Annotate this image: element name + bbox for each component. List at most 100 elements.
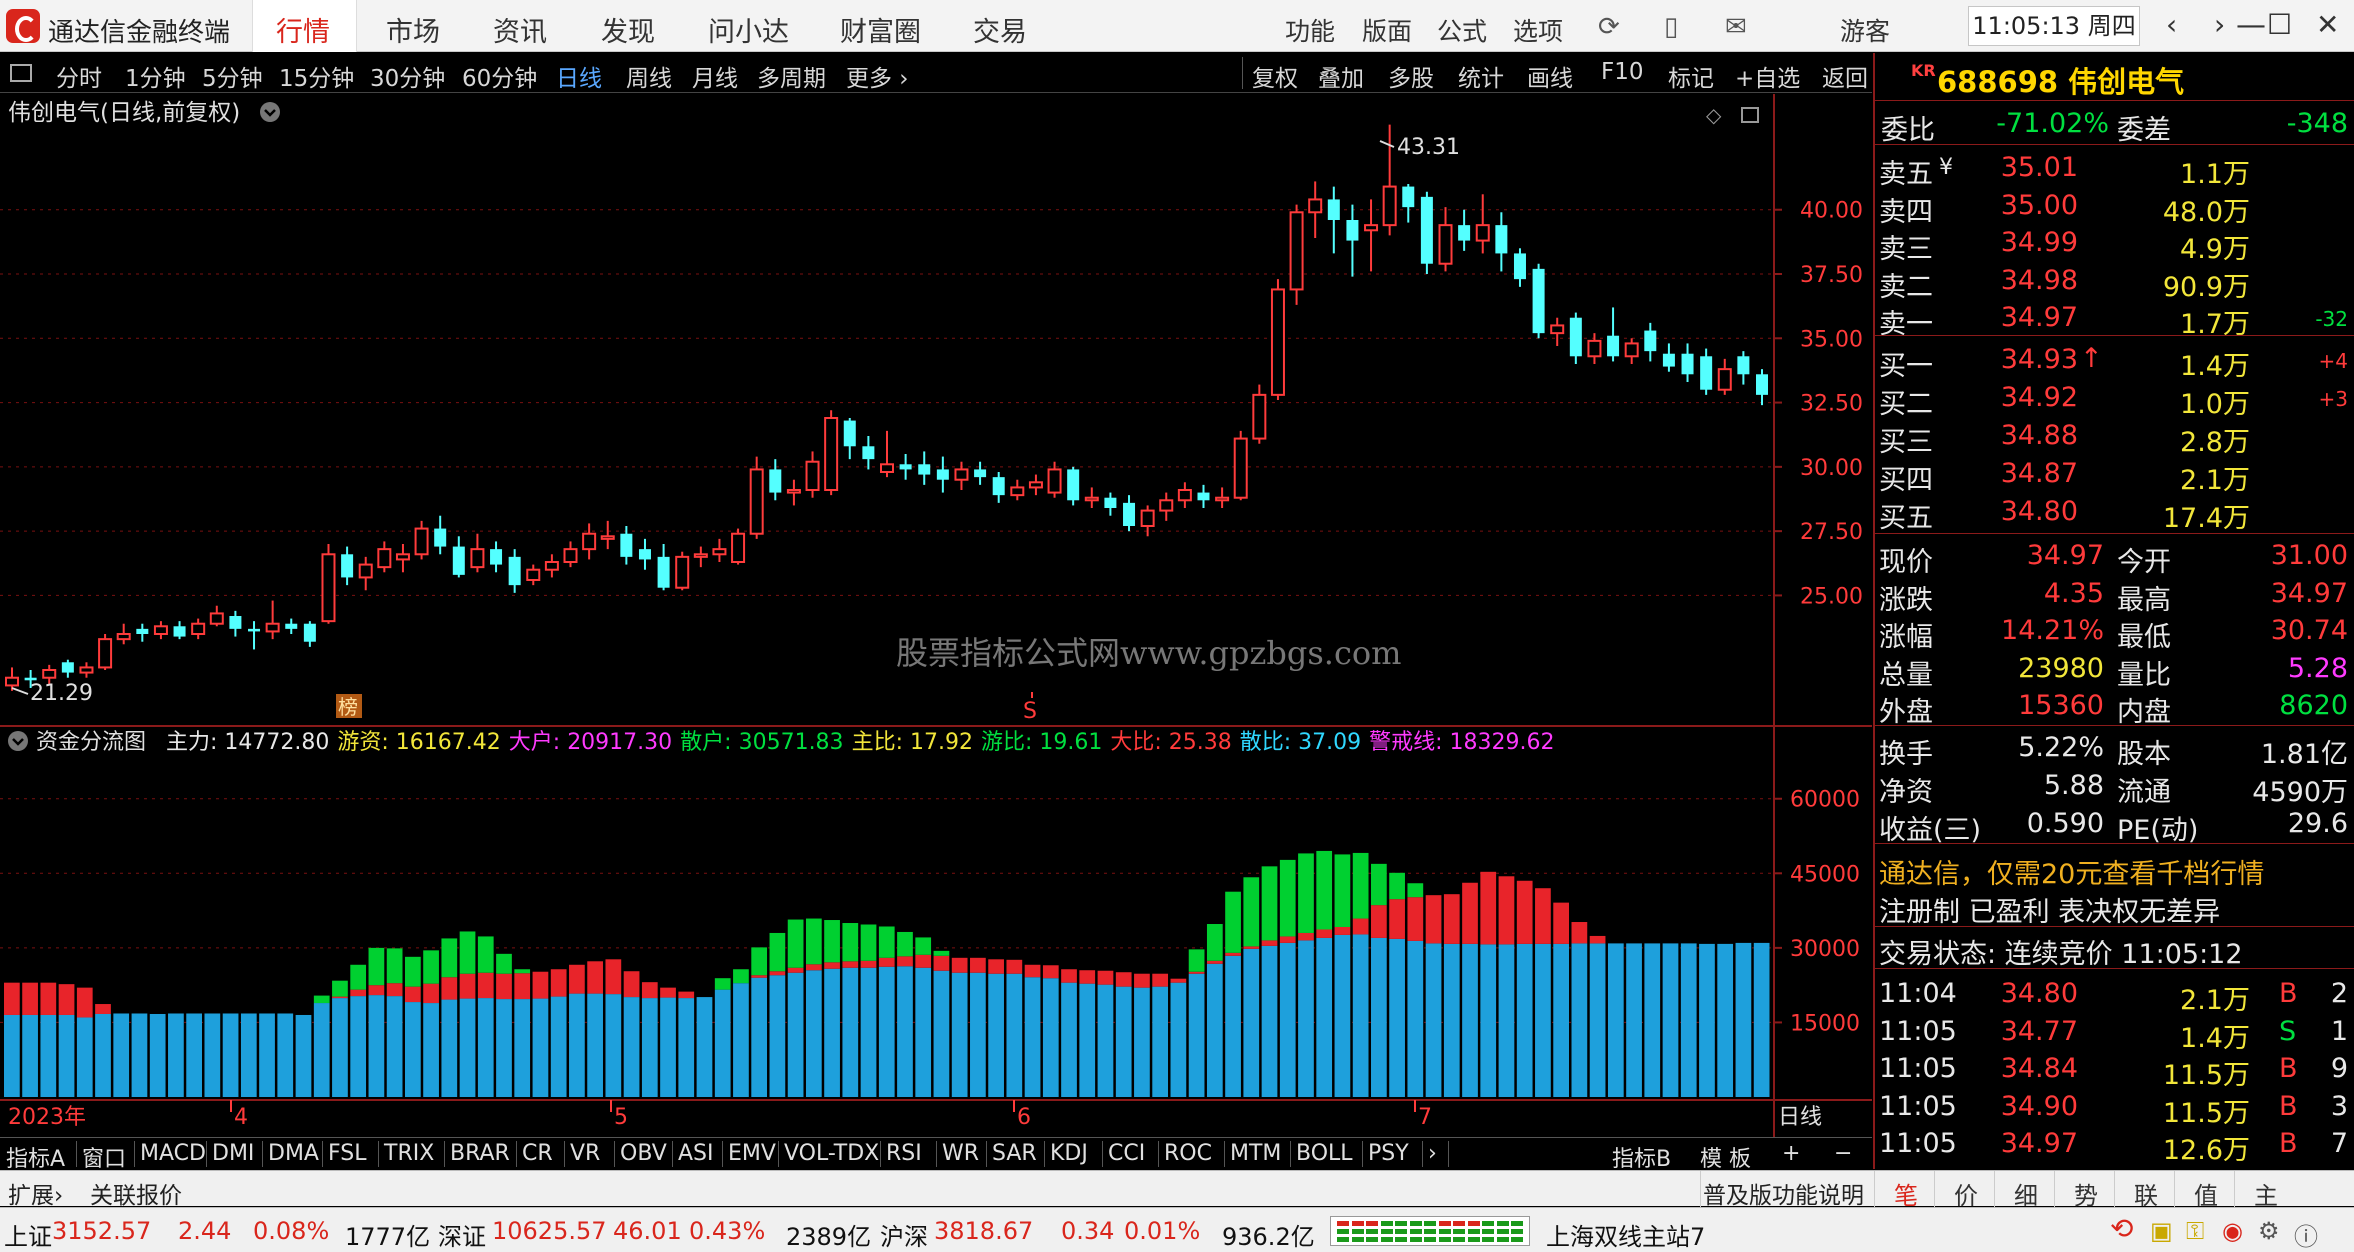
candle-body[interactable] [918,464,931,475]
detail-tab-4[interactable]: 联 [2134,1176,2158,1211]
candle-body[interactable] [1587,339,1602,358]
candle-body[interactable] [582,532,597,551]
tick-row[interactable]: 11:04 34.80 2.1万 B 2 [1875,975,2354,1016]
stat-row[interactable]: 现价 34.97 今开 31.00 [1875,537,2354,578]
candle-body[interactable] [1159,499,1174,512]
indicator-right-2[interactable]: + [1782,1141,1800,1166]
candle-body[interactable] [712,548,727,556]
candle-body[interactable] [769,469,782,493]
candle-body[interactable] [1756,374,1768,395]
stat2-row[interactable]: 净资 5.88 流通 4590万 [1875,767,2354,808]
candle-body[interactable] [1717,368,1732,391]
candle-body[interactable] [1513,253,1526,280]
indicator-tab-roc[interactable]: ROC [1164,1141,1212,1166]
candle-body[interactable] [1569,317,1582,357]
candle-body[interactable] [992,477,1005,496]
btn-duogu[interactable]: 多股 [1388,59,1434,93]
candle-body[interactable] [377,548,392,569]
indicator-tab-fsl[interactable]: FSL [328,1141,367,1166]
menu-item-wenxiaoda[interactable]: 问小达 [708,10,789,49]
candle-body[interactable] [657,556,670,588]
candle-body[interactable] [321,553,336,623]
candle-body[interactable] [880,463,894,473]
candle-body[interactable] [1624,342,1639,358]
bid-row[interactable]: 买一 34.93 ↑ 1.4万 +4 [1875,341,2354,382]
candle-body[interactable] [395,553,410,561]
tick-row[interactable]: 11:05 34.90 11.5万 B 3 [1875,1088,2354,1129]
alert-icon[interactable]: ◉ [2222,1217,2243,1245]
candle-body[interactable] [452,546,465,575]
title-dropdown-icon[interactable] [260,102,280,122]
tick-row[interactable]: 11:05 34.77 1.4万 S 1 [1875,1013,2354,1054]
menu-xuanxiang[interactable]: 选项 [1513,12,1563,48]
candle-body[interactable] [600,535,615,540]
ask-row[interactable]: 卖二 34.98 90.9万 [1875,262,2354,303]
indicator-tab-macd[interactable]: MACD [140,1141,206,1166]
close-icon[interactable]: ✕ [2316,8,2339,41]
candle-body[interactable] [1028,481,1043,489]
indicator-right-0[interactable]: 指标B [1612,1141,1671,1173]
stat-row[interactable]: 总量 23980 量比 5.28 [1875,650,2354,691]
candle-body[interactable] [1233,437,1248,499]
candle-body[interactable] [1289,211,1304,291]
candle-body[interactable] [1123,502,1136,526]
indicator-tab-dmi[interactable]: DMI [212,1141,254,1166]
period-fenshi[interactable]: 分时 [56,59,102,93]
menu-item-zixun[interactable]: 资讯 [493,10,547,49]
candle-body[interactable] [1047,468,1062,494]
candle-body[interactable] [1458,225,1471,241]
mail-icon[interactable]: ✉ [1725,12,1747,42]
candle-body[interactable] [42,669,57,679]
candle-body[interactable] [805,460,820,492]
stat-row[interactable]: 外盘 15360 内盘 8620 [1875,687,2354,728]
indicator-tab-emv[interactable]: EMV [728,1141,776,1166]
candle-body[interactable] [153,625,168,635]
stock-code-name[interactable]: 688698 伟创电气 [1937,59,2184,101]
candle-body[interactable] [638,549,651,560]
menu-item-faxian[interactable]: 发现 [601,10,655,49]
candle-body[interactable] [786,489,801,494]
user-label[interactable]: 游客 [1840,12,1890,48]
menu-item-hangqing[interactable]: 行情 [276,10,330,49]
btn-diejia[interactable]: 叠加 [1318,59,1364,93]
indicator-tab-wr[interactable]: WR [942,1141,979,1166]
candle-body[interactable] [79,666,94,674]
chart-area[interactable]: 25.00 27.50 30.00 32.50 35.00 37.50 40.00 1500… [0,94,1872,1142]
candle-body[interactable] [1681,353,1694,375]
menu-item-jiaoyi[interactable]: 交易 [973,10,1027,49]
period-daily[interactable]: 日线 [556,59,602,93]
window-icon[interactable] [1741,107,1759,123]
candle-body[interactable] [1475,224,1490,242]
candle-body[interactable] [116,633,131,641]
candle-body[interactable] [1495,225,1508,254]
candle-body[interactable] [1327,199,1340,220]
candle-body[interactable] [843,420,856,447]
candle-body[interactable] [1644,330,1657,352]
bid-row[interactable]: 买四 34.87 2.1万 [1875,455,2354,496]
candle-body[interactable] [693,553,708,558]
candle-body[interactable] [136,628,149,634]
period-monthly[interactable]: 月线 [692,59,738,93]
candle-body[interactable] [1607,335,1620,357]
ask-row[interactable]: 卖一 34.97 1.7万 -32 [1875,299,2354,340]
btn-back[interactable]: 返回 [1822,59,1868,93]
candle-body[interactable] [936,469,949,480]
candle-body[interactable] [1737,356,1750,375]
period-15min[interactable]: 15分钟 [279,59,354,93]
related-quote-button[interactable]: 关联报价 [90,1176,182,1210]
stat2-row[interactable]: 换手 5.22% 股本 1.81亿 [1875,729,2354,770]
menu-item-caifuquan[interactable]: 财富圈 [840,10,921,49]
info-icon[interactable]: ⓘ [2294,1217,2318,1252]
tick-row[interactable]: 11:05 34.84 11.5万 B 9 [1875,1050,2354,1091]
back-arrow-icon[interactable]: ‹ [2166,8,2177,41]
candle-body[interactable] [675,555,690,589]
promo-text[interactable]: 通达信，仅需20元查看千档行情 [1879,852,2264,891]
refresh-icon[interactable]: ⟳ [1598,12,1620,42]
candle-body[interactable] [526,568,541,582]
detail-tab-5[interactable]: 值 [2194,1176,2218,1211]
menu-gongshi[interactable]: 公式 [1437,12,1487,48]
server-station[interactable]: 上海双线主站7 [1546,1217,1705,1252]
candle-body[interactable] [1402,186,1415,208]
candle-body[interactable] [824,417,839,491]
candle-body[interactable] [1010,486,1025,497]
